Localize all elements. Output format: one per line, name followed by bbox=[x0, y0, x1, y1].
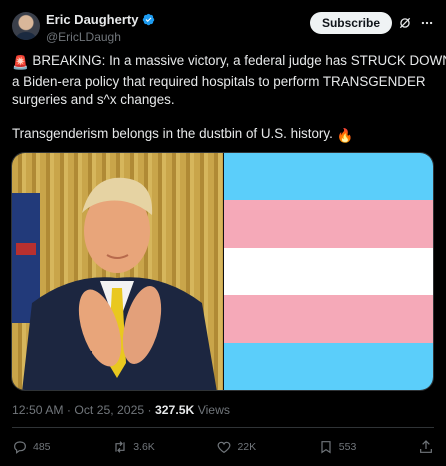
author-name-block: Eric Daugherty @EricLDaugh bbox=[46, 12, 155, 44]
fire-emoji-icon: 🔥 bbox=[336, 127, 354, 143]
flag-stripe-5 bbox=[224, 342, 433, 390]
photo-left-image[interactable] bbox=[12, 153, 223, 390]
like-button[interactable]: 22K bbox=[216, 439, 256, 455]
author-avatar[interactable] bbox=[12, 12, 40, 40]
person-applauding-image bbox=[12, 177, 217, 390]
tweet-line-1-text: BREAKING: In a massive victory, a federa… bbox=[32, 53, 446, 68]
tweet-line-3: surgeries and s^x changes. bbox=[12, 92, 175, 107]
heart-icon bbox=[218, 441, 231, 454]
tweet-text: 🚨 BREAKING: In a massive victory, a fede… bbox=[12, 52, 446, 146]
tweet-line-4-text: Transgenderism belongs in the dustbin of… bbox=[12, 125, 333, 141]
tweet-line-2: a Biden-era policy that required hospita… bbox=[12, 73, 426, 89]
flag-stripe-1 bbox=[224, 153, 433, 201]
tweet-media[interactable] bbox=[11, 152, 434, 391]
share-icon bbox=[420, 440, 432, 453]
author-handle[interactable]: @EricLDaugh bbox=[46, 30, 155, 44]
tweet-time[interactable]: 12:50 AM bbox=[12, 403, 64, 417]
author-display-name[interactable]: Eric Daugherty bbox=[46, 12, 138, 27]
bookmark-count: 553 bbox=[338, 441, 357, 453]
reply-button[interactable]: 485 bbox=[12, 439, 51, 455]
flag-stripe-2 bbox=[224, 200, 433, 248]
tweet-line-4: Transgenderism belongs in the dustbin of… bbox=[12, 125, 440, 146]
like-count: 22K bbox=[237, 441, 257, 453]
action-bar: 485 3.6K 22K 553 bbox=[12, 437, 434, 457]
meta-separator: · bbox=[66, 403, 71, 417]
reply-icon bbox=[14, 441, 26, 454]
more-options-icon[interactable] bbox=[420, 16, 434, 30]
repost-button[interactable]: 3.6K bbox=[112, 439, 155, 455]
flag-stripe-3 bbox=[224, 247, 433, 296]
reply-count: 485 bbox=[33, 441, 51, 453]
subscribe-button[interactable]: Subscribe bbox=[309, 12, 392, 34]
bookmark-button[interactable]: 553 bbox=[318, 439, 357, 455]
bookmark-icon bbox=[321, 441, 331, 454]
tweet-date[interactable]: Oct 25, 2025 bbox=[74, 403, 144, 417]
repost-icon bbox=[115, 441, 125, 453]
flag-stripe-4 bbox=[224, 295, 433, 343]
tweet-meta: 12:50 AM · Oct 25, 2025 · 327.5K Views bbox=[12, 403, 230, 417]
share-button[interactable] bbox=[418, 439, 434, 455]
tweet-line-1: 🚨 BREAKING: In a massive victory, a fede… bbox=[12, 52, 446, 73]
views-label: Views bbox=[197, 403, 230, 417]
tweet-header: Eric Daugherty @EricLDaugh Subscribe bbox=[12, 10, 434, 44]
name-row: Eric Daugherty bbox=[46, 12, 155, 27]
views-count: 327.5K bbox=[154, 403, 195, 417]
siren-emoji-icon: 🚨 bbox=[12, 55, 29, 70]
transgender-flag-image[interactable] bbox=[223, 153, 433, 390]
grok-icon[interactable] bbox=[398, 16, 412, 30]
verified-badge-icon bbox=[143, 13, 155, 26]
action-divider bbox=[12, 427, 434, 428]
meta-separator-2: · bbox=[147, 403, 152, 417]
repost-count: 3.6K bbox=[133, 441, 155, 453]
